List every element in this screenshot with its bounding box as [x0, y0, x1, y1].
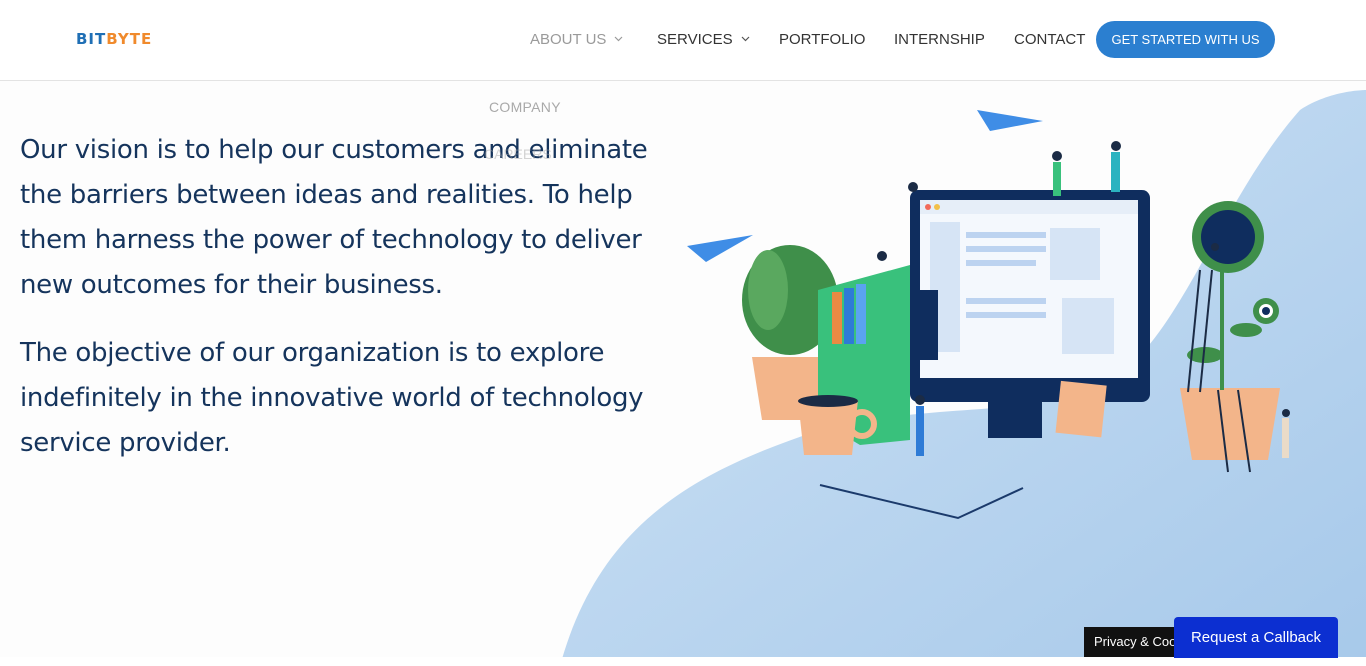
- nav-item-label: PORTFOLIO: [779, 31, 866, 48]
- nav-item-internship[interactable]: INTERNSHIP: [894, 30, 985, 50]
- nav-item-label: ABOUT US: [530, 31, 607, 48]
- vision-paragraph: Our vision is to help our customers and …: [20, 135, 648, 300]
- site-header: BITBYTE ABOUT US SERVICES PORTFOLIO INTE…: [0, 0, 1366, 81]
- nav-item-label: CONTACT: [1014, 31, 1086, 48]
- nav-item-contact[interactable]: CONTACT: [1014, 30, 1085, 50]
- hero-text: Our vision is to help our customers and …: [20, 128, 660, 466]
- nav-item-portfolio[interactable]: PORTFOLIO: [779, 30, 865, 50]
- dropdown-item-careers[interactable]: CAREERS: [484, 146, 552, 162]
- nav-item-label: SERVICES: [657, 31, 733, 48]
- page: BITBYTE ABOUT US SERVICES PORTFOLIO INTE…: [0, 0, 1366, 666]
- chevron-down-icon: [741, 36, 750, 42]
- paper-plane-icon: [687, 235, 753, 262]
- nav-item-about-us[interactable]: ABOUT US: [530, 30, 623, 50]
- nav-item-label: INTERNSHIP: [894, 31, 985, 48]
- request-callback-button[interactable]: Request a Callback: [1174, 617, 1338, 658]
- chevron-down-icon: [614, 36, 623, 42]
- brand-logo[interactable]: BITBYTE: [76, 30, 152, 48]
- dropdown-item-company[interactable]: COMPANY: [489, 99, 561, 115]
- nav-item-services[interactable]: SERVICES: [657, 30, 750, 50]
- paper-plane-icon: [977, 110, 1043, 131]
- bottom-strip: [0, 657, 1366, 666]
- get-started-button[interactable]: GET STARTED WITH US: [1096, 21, 1275, 58]
- objective-paragraph: The objective of our organization is to …: [20, 338, 644, 458]
- brand-logo-part-1: BIT: [76, 30, 107, 48]
- brand-logo-part-2: BYTE: [106, 30, 153, 48]
